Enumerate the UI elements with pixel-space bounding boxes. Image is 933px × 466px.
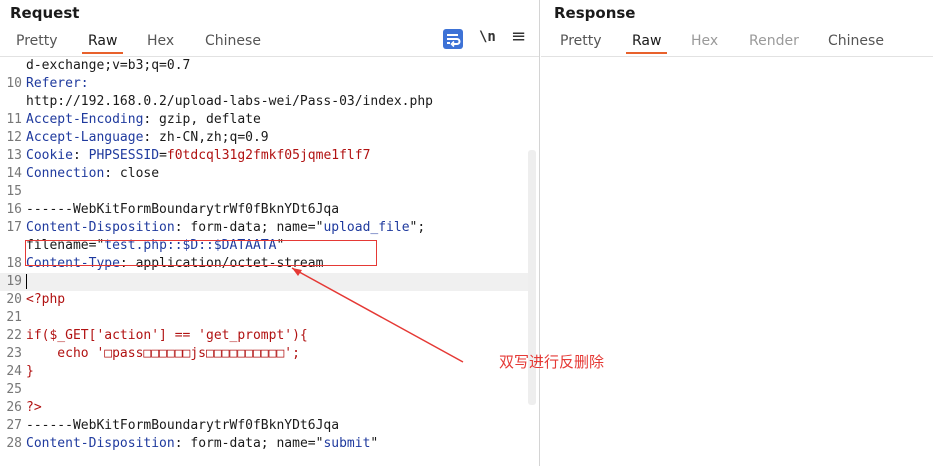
- annotation-arrow: [291, 267, 464, 363]
- annotation-note: 双写进行反删除: [499, 353, 605, 371]
